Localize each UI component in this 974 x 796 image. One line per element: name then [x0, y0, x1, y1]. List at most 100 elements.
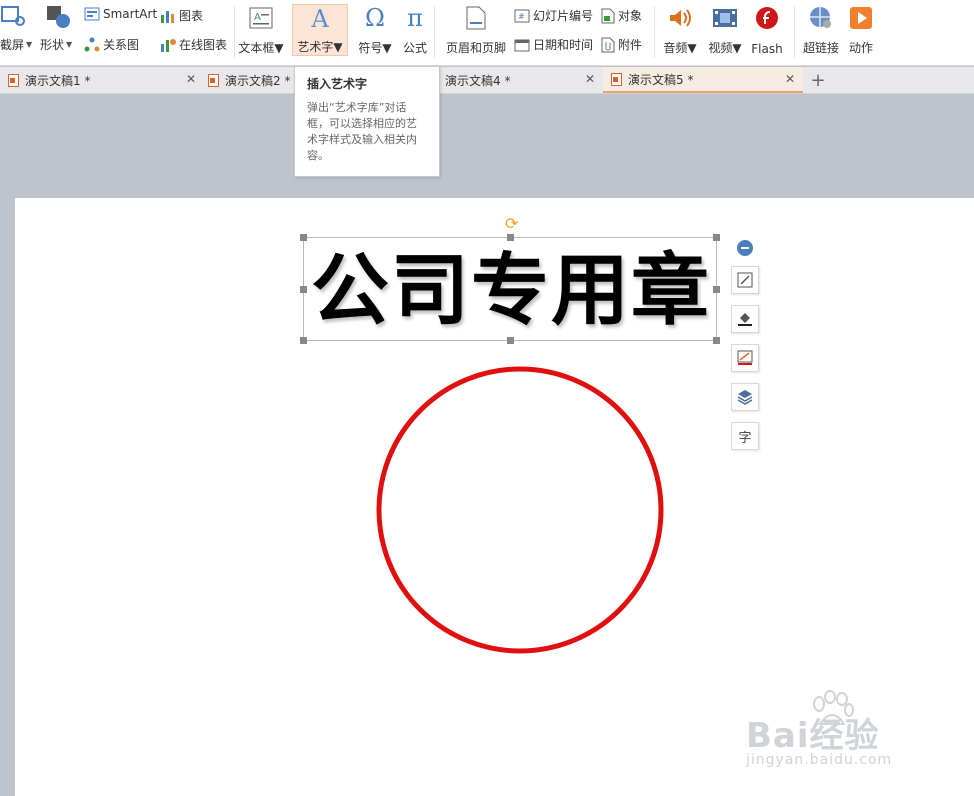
- datetime-label: 日期和时间: [533, 38, 594, 52]
- tooltip-title: 插入艺术字: [307, 77, 368, 91]
- textbox-button[interactable]: A 文本框▼: [238, 4, 284, 56]
- tab-document-1[interactable]: 演示文稿1 * ✕: [0, 67, 204, 93]
- online-chart-icon: [161, 38, 176, 52]
- ribbon-divider: [794, 6, 795, 58]
- textbox-icon: A: [249, 4, 273, 32]
- tooltip-body: 弹出“艺术字库”对话框，可以选择相应的艺术字样式及输入相关内容。: [307, 101, 417, 162]
- video-button[interactable]: 视频▼: [706, 4, 744, 56]
- smartart-icon: [84, 7, 100, 21]
- relation-diagram-icon: [84, 37, 100, 51]
- datetime-button[interactable]: 日期和时间: [514, 36, 593, 53]
- hyperlink-button[interactable]: 超链接: [802, 4, 840, 56]
- resize-handle[interactable]: [713, 234, 720, 241]
- ribbon-divider: [434, 6, 435, 58]
- speaker-icon: [667, 4, 693, 32]
- attachment-button[interactable]: 附件: [601, 36, 642, 53]
- chevron-down-icon: ▼: [687, 41, 697, 55]
- online-chart-button[interactable]: 在线图表: [160, 36, 227, 53]
- chart-button[interactable]: 图表: [160, 7, 203, 24]
- resize-handle[interactable]: [507, 337, 514, 344]
- paint-bucket-icon: [738, 313, 752, 326]
- screenshot-icon[interactable]: [0, 5, 26, 27]
- formula-button[interactable]: π 公式: [400, 4, 430, 56]
- shape-button[interactable]: 形状 ▼: [40, 36, 72, 53]
- collapse-icon[interactable]: [737, 240, 753, 256]
- smartart-label: SmartArt: [103, 7, 158, 21]
- close-icon[interactable]: ✕: [585, 72, 595, 86]
- layer-tool[interactable]: [731, 383, 759, 411]
- shape-label: 形状: [40, 38, 65, 52]
- resize-handle[interactable]: [300, 234, 307, 241]
- seal-circle-shape: [376, 366, 664, 654]
- presentation-file-icon: [611, 72, 622, 86]
- seal-circle[interactable]: [373, 366, 667, 660]
- resize-handle[interactable]: [713, 286, 720, 293]
- omega-icon: Ω: [365, 4, 385, 32]
- presentation-file-icon: [208, 73, 219, 87]
- action-button[interactable]: 动作: [846, 4, 876, 56]
- resize-handle[interactable]: [713, 337, 720, 344]
- header-footer-button[interactable]: 页眉和页脚: [444, 4, 508, 56]
- resize-handle[interactable]: [300, 286, 307, 293]
- screenshot-button[interactable]: 截屏 ▼: [0, 36, 32, 53]
- flash-icon: [755, 4, 779, 32]
- wordart-label: 艺术字: [297, 40, 334, 54]
- symbol-button[interactable]: Ω 符号▼: [356, 4, 394, 56]
- edit-shape-tool[interactable]: [731, 266, 759, 294]
- resize-handle[interactable]: [300, 337, 307, 344]
- svg-text:A: A: [254, 12, 261, 23]
- close-icon[interactable]: ✕: [186, 72, 196, 86]
- relation-diagram-button[interactable]: 关系图: [84, 36, 139, 53]
- textbox-label: 文本框: [238, 41, 275, 55]
- edit-icon: [737, 272, 753, 288]
- chevron-down-icon: ▼: [732, 41, 742, 55]
- slide-number-button[interactable]: # 幻灯片编号: [514, 7, 593, 24]
- wordart-selection-box[interactable]: 公司专用章 ⟳: [300, 214, 720, 344]
- attachment-label: 附件: [618, 38, 643, 52]
- chevron-down-icon: ▼: [26, 40, 33, 49]
- new-tab-button[interactable]: +: [806, 67, 830, 93]
- slide-number-icon: #: [514, 9, 530, 22]
- text-format-tool[interactable]: 字: [731, 422, 759, 450]
- screenshot-label: 截屏: [0, 38, 25, 52]
- object-button[interactable]: 对象: [601, 7, 642, 24]
- slide-number-label: 幻灯片编号: [533, 9, 594, 23]
- chevron-down-icon: ▼: [274, 41, 284, 55]
- calendar-icon: [514, 39, 530, 51]
- insert-ribbon: 截屏 ▼ 形状 ▼ SmartArt 图表 关系图 在线图表 A 文本框▼ A …: [0, 0, 974, 66]
- fill-tool[interactable]: [731, 305, 759, 333]
- formula-label: 公式: [402, 41, 427, 55]
- relation-diagram-label: 关系图: [103, 38, 140, 52]
- layers-icon: [737, 390, 753, 405]
- object-label: 对象: [618, 9, 643, 23]
- chart-label: 图表: [179, 9, 204, 23]
- resize-handle[interactable]: [507, 234, 514, 241]
- flash-button[interactable]: Flash: [750, 4, 784, 56]
- wordart-button[interactable]: A 艺术字▼: [292, 4, 348, 56]
- object-icon: [601, 8, 615, 23]
- watermark-brand: Bai经验: [746, 716, 880, 756]
- chevron-down-icon: ▼: [382, 41, 392, 55]
- audio-button[interactable]: 音频▼: [662, 4, 698, 56]
- close-icon[interactable]: ✕: [785, 72, 795, 86]
- tab-label: 演示文稿4 *: [445, 73, 511, 88]
- ribbon-divider: [234, 6, 235, 58]
- baidu-watermark: Bai经验 jingyan.baidu.com: [732, 690, 932, 770]
- wordart-text[interactable]: 公司专用章: [304, 246, 718, 336]
- rotate-handle-icon[interactable]: ⟳: [505, 214, 518, 233]
- header-footer-label: 页眉和页脚: [445, 41, 506, 55]
- shape-icon[interactable]: [46, 5, 72, 29]
- presentation-file-icon: [8, 73, 19, 87]
- wordart-icon: A: [311, 5, 329, 33]
- video-label: 视频: [708, 41, 733, 55]
- wordart-tooltip: 插入艺术字 弹出“艺术字库”对话框，可以选择相应的艺术字样式及输入相关内容。: [294, 66, 440, 177]
- hyperlink-label: 超链接: [802, 41, 839, 55]
- chevron-down-icon: ▼: [66, 40, 73, 49]
- tab-document-4[interactable]: 演示文稿4 * ✕: [445, 67, 603, 93]
- svg-text:#: #: [518, 12, 525, 21]
- page-icon: [466, 4, 486, 32]
- outline-tool[interactable]: [731, 344, 759, 372]
- tab-document-5[interactable]: 演示文稿5 * ✕: [603, 67, 803, 93]
- smartart-button[interactable]: SmartArt: [84, 7, 157, 21]
- symbol-label: 符号: [358, 41, 383, 55]
